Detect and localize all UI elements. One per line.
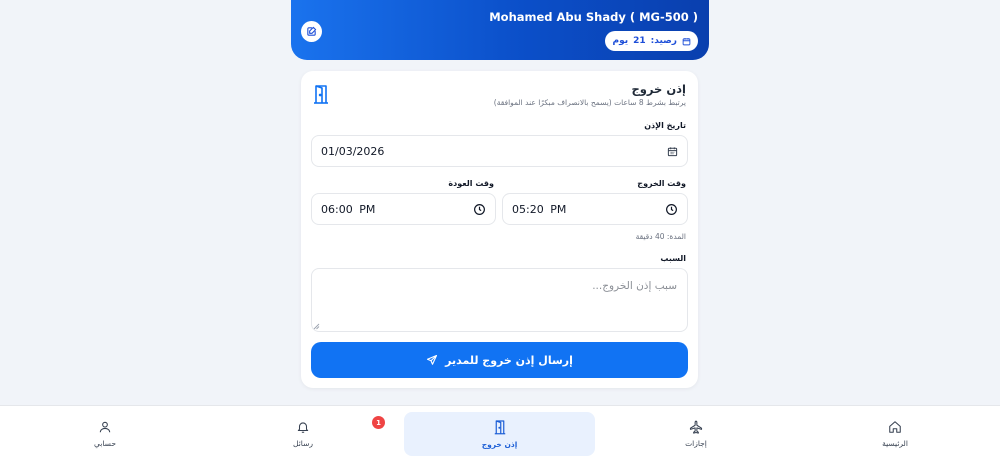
- form-title: إذن خروج: [631, 82, 686, 96]
- door-icon: [494, 420, 505, 435]
- nav-label-home: الرئيسية: [882, 439, 908, 448]
- calendar-icon: [682, 37, 691, 45]
- date-value: 01/03/2026: [321, 144, 385, 158]
- balance-label: رصيد:: [650, 36, 677, 46]
- nav-label-account: حسابي: [94, 439, 116, 448]
- nav-label-exit-permit: إذن خروج: [481, 440, 518, 449]
- nav-item-exit-permit[interactable]: إذن خروج: [404, 412, 595, 456]
- nav-item-leaves[interactable]: إجازات: [596, 412, 796, 456]
- nav-item-home[interactable]: الرئيسية: [795, 412, 995, 456]
- exit-time-value: 05:20 PM: [512, 202, 567, 216]
- messages-count-badge: 1: [372, 416, 385, 429]
- balance-unit: يوم: [612, 36, 629, 46]
- bottom-navigation: الرئيسية إجازات إذن خروج رسائل 1 حسابي: [0, 405, 1000, 460]
- plane-icon: [689, 420, 703, 434]
- balance-value: 21: [633, 36, 646, 46]
- user-icon: [99, 421, 111, 433]
- door-icon: [314, 85, 328, 104]
- edit-profile-button[interactable]: [301, 21, 322, 42]
- date-label: تاريخ الإذن: [644, 121, 686, 130]
- return-time-value: 06:00 PM: [321, 202, 376, 216]
- send-icon: [427, 354, 438, 365]
- calendar-icon[interactable]: [667, 146, 678, 157]
- exit-time-field[interactable]: 05:20 PM: [502, 193, 688, 225]
- exit-time-label: وقت الخروج: [637, 179, 686, 188]
- nav-label-leaves: إجازات: [685, 439, 707, 448]
- exit-permit-card: إذن خروج يرتبط بشرط 8 ساعات (يسمح بالانص…: [301, 71, 698, 388]
- date-field[interactable]: 01/03/2026: [311, 135, 688, 167]
- duration-text: المدة: 40 دقيقة: [635, 232, 686, 241]
- clock-icon[interactable]: [473, 203, 486, 216]
- submit-label: إرسال إذن خروج للمدير: [445, 353, 573, 367]
- reason-placeholder: سبب إذن الخروج...: [592, 280, 677, 292]
- reason-label: السبب: [660, 254, 686, 263]
- form-subtitle: يرتبط بشرط 8 ساعات (يسمح بالانصراف مبكرً…: [493, 98, 686, 107]
- profile-header: Mohamed Abu Shady ( MG-500 ) رصيد: 21 يو…: [291, 0, 709, 60]
- reason-textarea[interactable]: سبب إذن الخروج...: [311, 268, 688, 332]
- leave-balance-badge: رصيد: 21 يوم: [605, 31, 698, 51]
- nav-item-account[interactable]: حسابي: [5, 412, 205, 456]
- home-icon: [889, 421, 901, 433]
- edit-icon: [307, 26, 317, 36]
- clock-icon[interactable]: [665, 203, 678, 216]
- bell-icon: [297, 422, 309, 433]
- submit-exit-permit-button[interactable]: إرسال إذن خروج للمدير: [311, 342, 688, 378]
- return-time-field[interactable]: 06:00 PM: [311, 193, 496, 225]
- employee-name-title: Mohamed Abu Shady ( MG-500 ): [489, 10, 698, 24]
- resize-grip-icon[interactable]: [313, 323, 320, 330]
- return-time-label: وقت العودة: [448, 179, 494, 188]
- nav-label-messages: رسائل: [293, 439, 313, 448]
